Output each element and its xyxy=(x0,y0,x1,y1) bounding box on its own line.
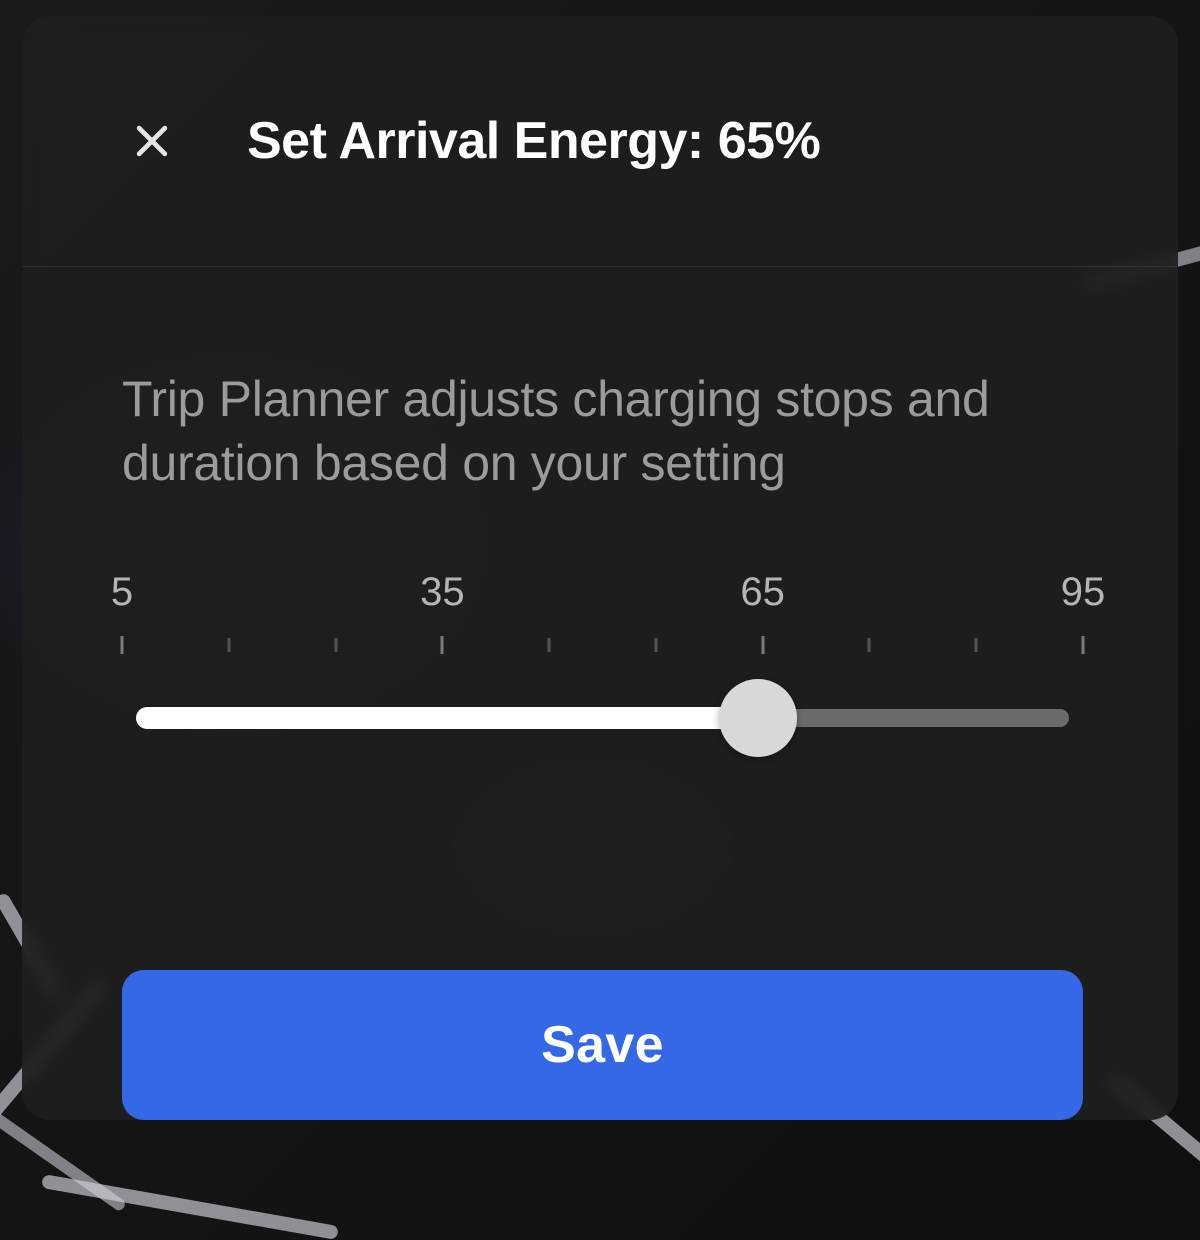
modal-content: Trip Planner adjusts charging stops and … xyxy=(22,267,1178,840)
close-icon xyxy=(130,119,174,163)
save-button[interactable]: Save xyxy=(122,970,1083,1120)
slider-track-fill xyxy=(136,707,777,729)
modal-header: Set Arrival Energy: 65% xyxy=(22,16,1178,267)
slider-ticks xyxy=(122,632,1083,660)
modal-title: Set Arrival Energy: 65% xyxy=(247,111,820,171)
slider-tick-label: 35 xyxy=(420,570,465,615)
arrival-energy-modal: Set Arrival Energy: 65% Trip Planner adj… xyxy=(22,16,1178,1120)
slider-thumb[interactable] xyxy=(719,679,797,757)
slider-tick-labels: 5356595 xyxy=(122,570,1083,620)
slider-track[interactable] xyxy=(122,678,1083,758)
close-button[interactable] xyxy=(127,116,177,166)
description-text: Trip Planner adjusts charging stops and … xyxy=(122,367,1083,495)
energy-slider[interactable]: 5356595 xyxy=(122,570,1083,758)
save-button-label: Save xyxy=(541,1015,664,1075)
slider-tick-label: 5 xyxy=(111,570,133,615)
slider-tick-label: 95 xyxy=(1061,570,1106,615)
slider-tick-label: 65 xyxy=(740,570,785,615)
